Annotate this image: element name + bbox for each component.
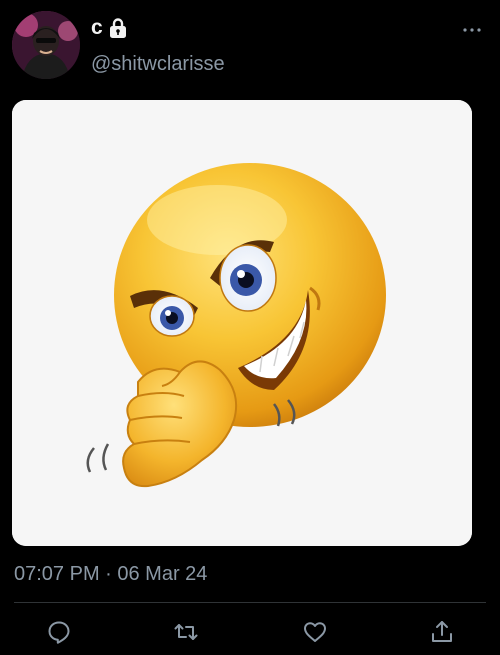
reply-icon [48, 621, 70, 644]
more-options-icon[interactable] [462, 26, 482, 34]
name-row: c [91, 16, 128, 40]
share-icon [432, 621, 452, 642]
smirking-emoji-image [12, 100, 472, 546]
tweet-header: c @shitwclarisse [0, 0, 500, 96]
tweet-actions [0, 603, 500, 655]
tweet-timestamp[interactable]: 07:07 PM · 06 Mar 24 [14, 562, 207, 586]
like-button[interactable] [302, 619, 328, 645]
tweet-media[interactable] [12, 100, 472, 546]
lock-icon [109, 18, 126, 38]
retweet-button[interactable] [173, 619, 199, 645]
share-button[interactable] [429, 619, 455, 645]
profile-avatar[interactable] [12, 11, 80, 79]
reply-button[interactable] [46, 619, 72, 645]
user-handle[interactable]: @shitwclarisse [91, 52, 225, 76]
display-name[interactable]: c [91, 16, 103, 40]
retweet-icon [174, 624, 198, 640]
heart-icon [304, 622, 326, 642]
